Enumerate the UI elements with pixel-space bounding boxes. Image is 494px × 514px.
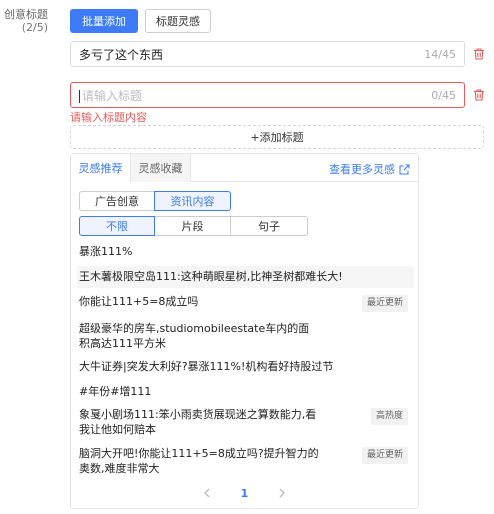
more-inspiration-link[interactable]: 查看更多灵感 [329,161,410,177]
source-news-content[interactable]: 资讯内容 [154,191,231,211]
length-unlimited[interactable]: 不限 [79,216,155,236]
list-item-text: #年份#增111 [79,385,152,398]
trash-icon[interactable] [472,88,486,102]
page-number[interactable]: 1 [241,487,249,500]
title-error-message: 请输入标题内容 [70,111,147,124]
list-item-text: 王木薯极限空岛111:这种萌眼星树,比神圣树都难长大! [79,270,343,283]
tab-recommend[interactable]: 灵感推荐 [71,154,131,182]
list-item[interactable]: 象戛小剧场111:笨小雨卖货展现迷之算数能力,看我让他如何赔本 高热度 [77,407,414,437]
field-label: 创意标题 (2/5) [0,8,48,34]
title-input-1[interactable]: 多亏了这个东西 14/45 [70,41,465,67]
inspiration-panel: 灵感推荐 灵感收藏 查看更多灵感 广告创意 资讯内容 不限 片段 句子 暴涨11… [70,153,419,509]
source-ad-creative[interactable]: 广告创意 [79,191,155,211]
title-input-1-value: 多亏了这个东西 [79,47,164,62]
title-count: (2/5) [21,21,48,34]
list-item[interactable]: #年份#增111 [77,384,414,399]
length-sentence[interactable]: 句子 [230,216,308,236]
list-item-text: 脑洞大开吧!你能让111+5=8成立吗?提升智力的奥数,难度非常大 [79,447,319,475]
title-input-1-counter: 14/45 [424,47,456,61]
trash-icon[interactable] [472,47,486,61]
list-item[interactable]: 王木薯极限空岛111:这种萌眼星树,比神圣树都难长大! [77,266,414,288]
external-link-icon [399,164,410,174]
chevron-left-icon[interactable] [203,488,211,498]
list-item[interactable]: 超级豪华的房车,studiomobileestate车内的面积高达111平方米 [77,321,317,351]
list-item-text: 暴涨111% [79,245,133,258]
text-caret [79,89,80,103]
more-inspiration-label: 查看更多灵感 [329,163,395,176]
list-item[interactable]: 脑洞大开吧!你能让111+5=8成立吗?提升智力的奥数,难度非常大 最近更新 [77,446,414,476]
status-badge: 最近更新 [361,295,408,312]
title-input-2[interactable]: 请输入标题 0/45 [70,82,465,108]
add-title-button[interactable]: +添加标题 [70,125,484,149]
batch-add-button[interactable]: 批量添加 [70,9,138,33]
list-item[interactable]: 暴涨111% [77,244,414,259]
title-input-2-counter: 0/45 [431,88,456,102]
chevron-right-icon[interactable] [278,488,286,498]
field-label-text: 创意标题 [4,8,48,21]
list-item-text: 你能让111+5=8成立吗 [79,295,199,308]
title-input-2-placeholder: 请输入标题 [82,88,143,103]
title-idea-button[interactable]: 标题灵感 [145,9,211,33]
list-item-text: 超级豪华的房车,studiomobileestate车内的面积高达111平方米 [79,322,310,350]
list-item[interactable]: 大牛证券|突发大利好?暴涨111%!机构看好持股过节 [77,359,414,374]
pagination: 1 [71,484,418,502]
list-item-text: 大牛证券|突发大利好?暴涨111%!机构看好持股过节 [79,360,334,373]
status-badge: 最近更新 [361,447,408,464]
status-badge: 高热度 [370,408,408,425]
tab-favorites[interactable]: 灵感收藏 [131,154,191,182]
length-fragment[interactable]: 片段 [154,216,231,236]
list-item-text: 象戛小剧场111:笨小雨卖货展现迷之算数能力,看我让他如何赔本 [79,408,317,436]
list-item[interactable]: 你能让111+5=8成立吗 最近更新 [77,294,414,312]
inspiration-tabs: 灵感推荐 灵感收藏 查看更多灵感 [71,154,418,182]
